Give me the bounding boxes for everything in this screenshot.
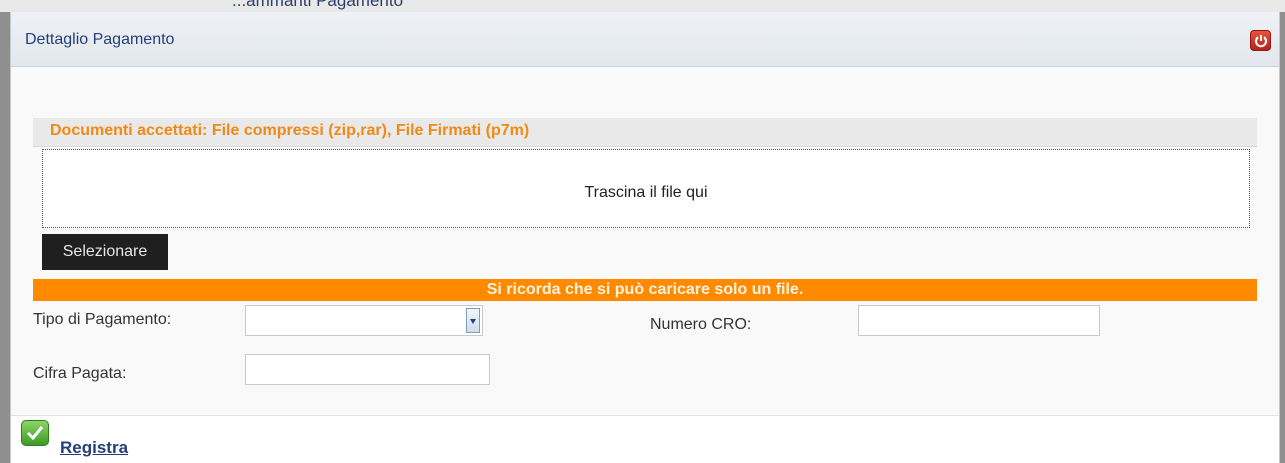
dialog-footer: Registra <box>11 416 1279 463</box>
background-page-strip: ...ammanti Pagamento <box>0 0 1285 12</box>
file-dropzone[interactable]: Trascina il file qui <box>42 149 1250 228</box>
amount-paid-input[interactable] <box>245 354 490 385</box>
payment-type-label: Tipo di Pagamento: <box>33 311 172 328</box>
dialog-titlebar: Dettaglio Pagamento <box>11 12 1279 67</box>
cro-number-label: Numero CRO: <box>650 316 752 333</box>
background-partial-title: ...ammanti Pagamento <box>232 0 404 10</box>
chevron-down-icon[interactable] <box>466 308 480 333</box>
register-link[interactable]: Registra <box>60 438 128 458</box>
dialog-content: Documenti accettati: File compressi (zip… <box>11 67 1279 416</box>
payment-type-select[interactable] <box>245 305 483 336</box>
dropzone-text: Trascina il file qui <box>584 184 708 201</box>
power-icon <box>1255 35 1267 48</box>
accepted-documents-text: Documenti accettati: File compressi (zip… <box>50 122 530 139</box>
check-icon[interactable] <box>21 420 49 446</box>
select-file-button[interactable]: Selezionare <box>42 234 168 270</box>
payment-detail-dialog: Dettaglio Pagamento Documenti accettati:… <box>10 12 1280 463</box>
single-file-notice: Si ricorda che si può caricare solo un f… <box>33 279 1257 301</box>
close-power-button[interactable] <box>1250 30 1271 51</box>
cro-number-input[interactable] <box>858 305 1100 336</box>
amount-paid-label: Cifra Pagata: <box>33 365 127 382</box>
upload-header: Documenti accettati: File compressi (zip… <box>33 118 1257 147</box>
dialog-title: Dettaglio Pagamento <box>25 31 175 48</box>
